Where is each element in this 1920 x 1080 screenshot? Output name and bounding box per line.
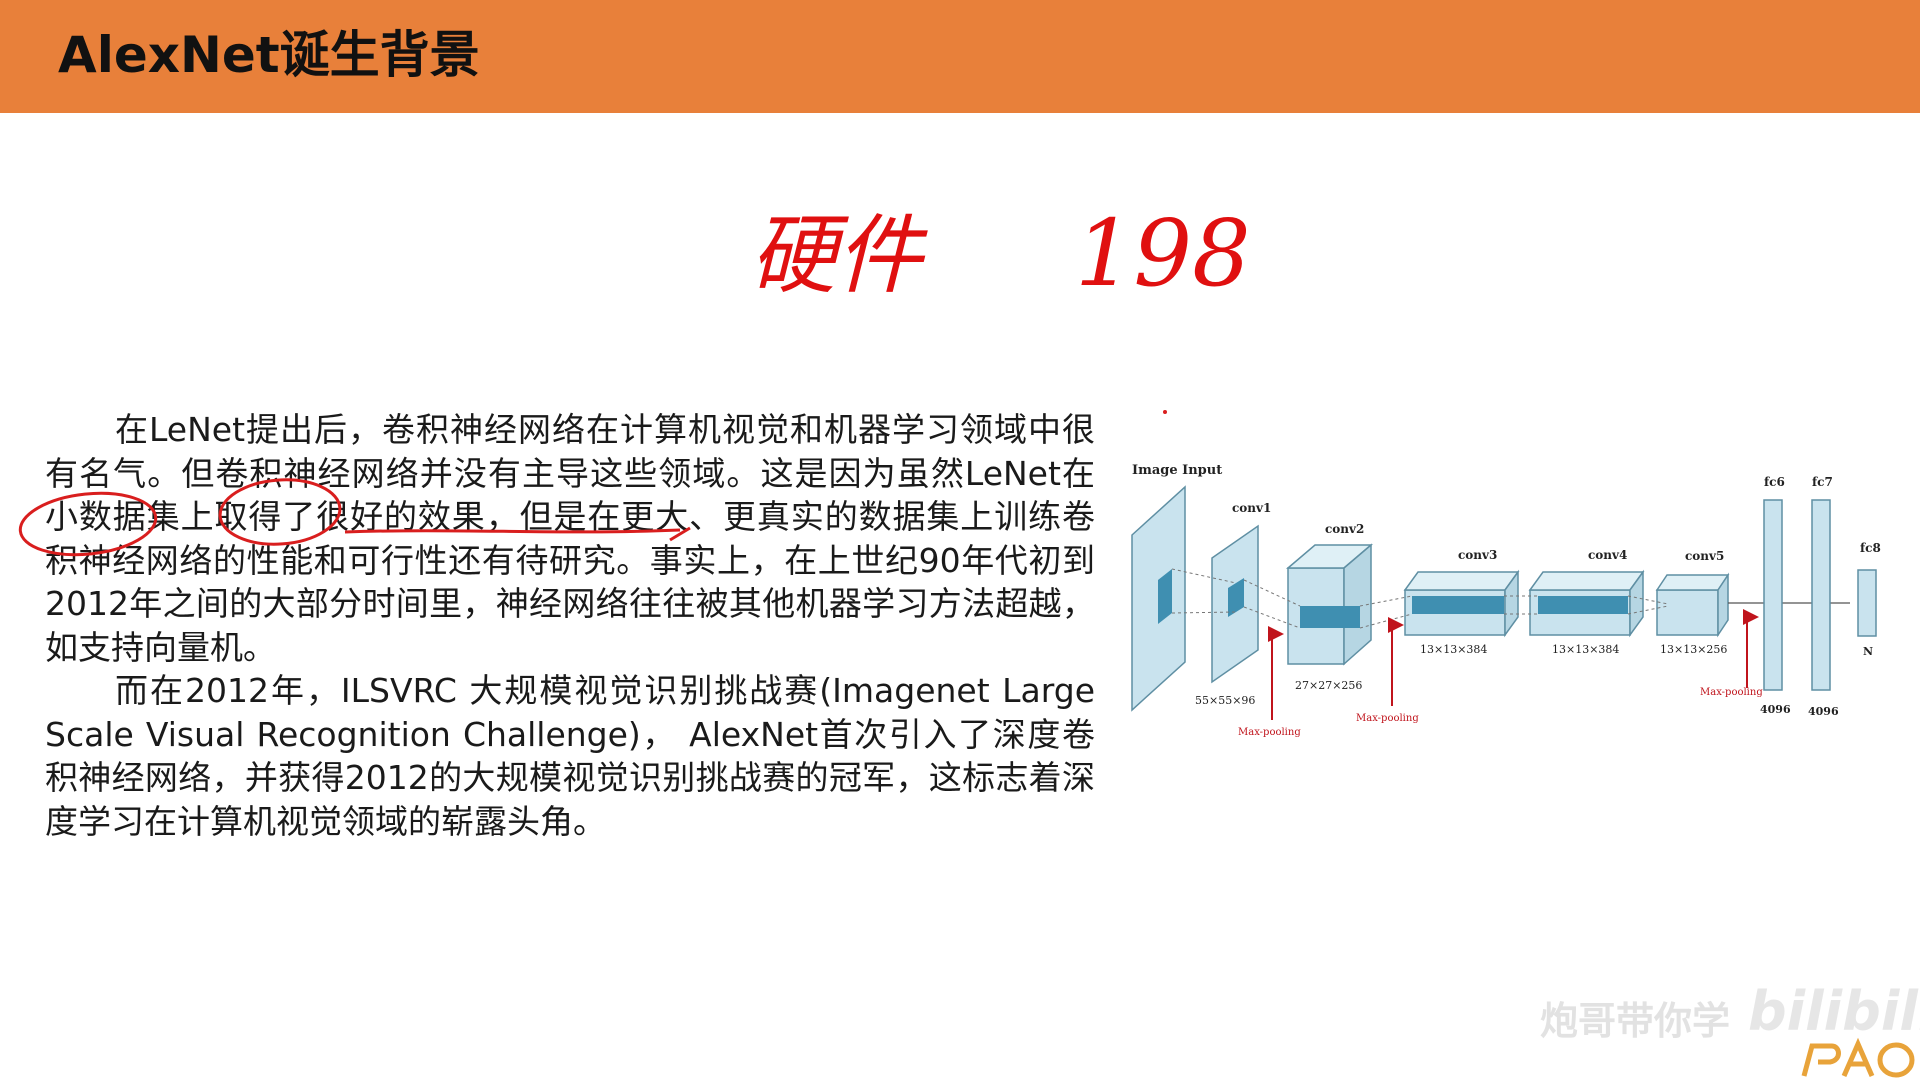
alexnet-architecture-diagram: Image Input conv1 55×55×96 conv2 27×27×2…	[1131, 463, 1881, 738]
layer-dims-conv1: 55×55×96	[1195, 694, 1255, 707]
layer-name-conv4: conv4	[1588, 548, 1627, 562]
handwritten-annotation: 硬件 1989	[750, 200, 1250, 307]
pooling-label-2: Max-pooling	[1356, 713, 1419, 724]
watermark-text: 炮哥带你学	[1540, 999, 1731, 1043]
layer-name-conv1: conv1	[1232, 501, 1271, 515]
paragraph-1: 在LeNet提出后，卷积神经网络在计算机视觉和机器学习领域中很有名气。但卷积神经…	[45, 410, 1095, 667]
layer-name-conv5: conv5	[1685, 549, 1724, 563]
pooling-label-1: Max-pooling	[1238, 727, 1301, 738]
layer-dims-conv3: 13×13×384	[1420, 643, 1487, 656]
title-bar: AlexNet诞生背景	[0, 0, 1920, 113]
fc8-name: fc8	[1860, 541, 1881, 555]
fc6-bar	[1763, 499, 1783, 691]
body-text: 在LeNet提出后，卷积神经网络在计算机视觉和机器学习领域中很有名气。但卷积神经…	[45, 408, 1095, 843]
fc8-size: N	[1863, 645, 1873, 658]
fc7-bar	[1811, 499, 1831, 691]
layer-dims-conv2: 27×27×256	[1295, 679, 1362, 692]
corner-logo-icon	[1801, 1037, 1915, 1078]
layer-name-conv3: conv3	[1458, 548, 1497, 562]
fc6-size: 4096	[1760, 703, 1791, 716]
fc7-name: fc7	[1812, 475, 1833, 489]
layer-dims-conv5: 13×13×256	[1660, 643, 1727, 656]
handwritten-year: 1989	[1075, 200, 1250, 307]
fc6-name: fc6	[1764, 475, 1785, 489]
slide-title: AlexNet诞生背景	[58, 26, 480, 84]
layer-name-conv2: conv2	[1325, 522, 1364, 536]
conv5-block	[1656, 589, 1719, 636]
handwritten-word: 硬件	[750, 206, 928, 306]
pooling-label-3: Max-pooling	[1700, 687, 1763, 698]
layer-dims-conv4: 13×13×384	[1552, 643, 1619, 656]
input-label: Image Input	[1132, 463, 1222, 478]
fc8-bar	[1857, 569, 1877, 637]
paragraph-2: 而在2012年，ILSVRC 大规模视觉识别挑战赛(Imagenet Large…	[45, 671, 1095, 841]
fc7-size: 4096	[1808, 705, 1839, 718]
